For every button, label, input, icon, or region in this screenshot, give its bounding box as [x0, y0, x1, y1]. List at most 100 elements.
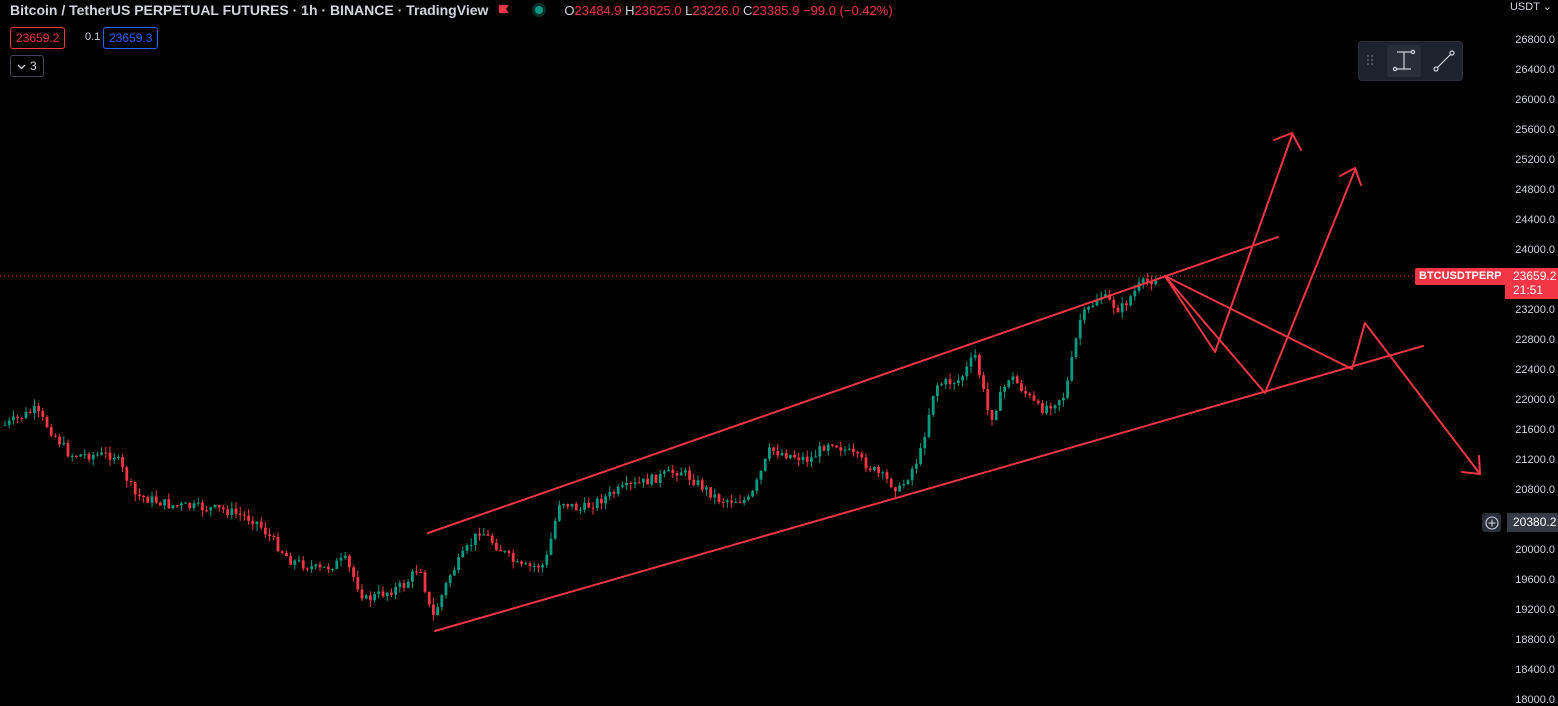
candle-body — [280, 551, 284, 553]
candle-body — [1070, 357, 1074, 381]
symbol-title[interactable]: Bitcoin / TetherUS PERPETUAL FUTURES · 1… — [10, 2, 488, 18]
channel-lower-line[interactable] — [434, 345, 1424, 632]
candle-body — [188, 502, 192, 509]
price-tick-label: 22000.0 — [1515, 394, 1555, 406]
candle-body — [600, 498, 603, 504]
candle-body — [87, 454, 91, 460]
candle-body — [167, 499, 171, 508]
candle-body — [331, 568, 334, 570]
scenario-arrow-path-1[interactable] — [1164, 134, 1293, 353]
candle-body — [327, 566, 330, 570]
candle-body — [616, 486, 620, 494]
candle-body — [776, 451, 780, 456]
candle-body — [264, 527, 267, 535]
candle-body — [411, 571, 414, 582]
candle-body — [864, 457, 868, 469]
candle-body — [1146, 278, 1149, 282]
anchored-measure-icon[interactable] — [1387, 45, 1421, 77]
candle-body — [684, 470, 687, 473]
trend-line-icon[interactable] — [1427, 45, 1461, 77]
candle-body — [873, 467, 876, 471]
candle-body — [70, 456, 74, 458]
flag-icon[interactable] — [498, 4, 510, 16]
candle-body — [936, 385, 939, 396]
candle-body — [700, 480, 704, 490]
candle-body — [297, 560, 301, 562]
candle-body — [12, 416, 15, 421]
candle-body — [579, 509, 582, 511]
candle-body — [373, 594, 376, 601]
candle-body — [20, 417, 24, 419]
drawings-layer[interactable] — [427, 132, 1481, 632]
candle-body — [650, 474, 654, 485]
candle-body — [713, 494, 717, 498]
candle-body — [881, 472, 885, 474]
candle-body — [142, 495, 145, 498]
candle-body — [356, 577, 360, 590]
candle-body — [1074, 338, 1078, 358]
scenario-arrow-path-2[interactable] — [1164, 169, 1356, 394]
currency-selector[interactable]: USDT ⌄ — [1510, 0, 1552, 13]
candle-body — [1091, 305, 1095, 307]
candle-body — [717, 494, 721, 502]
candle-body — [112, 457, 116, 460]
candle-body — [24, 411, 28, 419]
candle-body — [1020, 383, 1023, 391]
sell-price-button[interactable]: 23659.2 — [10, 27, 66, 49]
candle-body — [923, 436, 927, 449]
candle-body — [159, 502, 162, 506]
candle-body — [37, 405, 40, 411]
candle-body — [1120, 303, 1124, 313]
candle-body — [541, 564, 544, 568]
candle-body — [810, 457, 813, 462]
candle-body — [343, 555, 347, 558]
drag-handle-icon[interactable] — [1359, 43, 1381, 79]
candle-body — [931, 395, 935, 415]
candle-body — [440, 595, 444, 608]
candle-body — [238, 513, 242, 515]
candle-body — [856, 451, 859, 454]
candle-body — [520, 561, 523, 565]
candle-body — [621, 485, 624, 487]
price-tick-label: 19200.0 — [1515, 604, 1555, 616]
candle-body — [33, 405, 36, 414]
candle-body — [537, 565, 540, 568]
candle-body — [528, 563, 532, 566]
chart-plot-area[interactable] — [0, 0, 1505, 705]
channel-upper-line[interactable] — [427, 236, 1279, 534]
candle-body — [789, 454, 792, 459]
spread-value: 0.1 — [85, 31, 101, 43]
candle-body — [289, 556, 292, 565]
candle-body — [570, 503, 574, 507]
plus-circle-icon[interactable] — [1482, 513, 1501, 532]
candle-body — [663, 471, 666, 474]
candle-body — [1125, 303, 1128, 306]
chart-legend-header: Bitcoin / TetherUS PERPETUAL FUTURES · 1… — [10, 2, 893, 18]
candle-body — [919, 448, 922, 464]
candle-body — [495, 542, 498, 551]
change-value: −99.0 (−0.42%) — [803, 2, 893, 18]
candle-body — [885, 472, 889, 479]
candle-body — [642, 478, 645, 483]
candle-body — [835, 445, 838, 448]
candle-body — [503, 551, 507, 553]
candle-body — [96, 454, 99, 456]
candle-body — [1087, 306, 1090, 310]
price-axis[interactable]: USDT ⌄ 26800.0 26400.0 26000.0 25600.0 25200… — [1505, 0, 1558, 706]
candle-body — [49, 427, 53, 436]
candle-body — [322, 566, 326, 568]
candle-body — [1053, 405, 1057, 409]
candle-body — [213, 504, 217, 508]
indicators-toggle-button[interactable]: 3 — [10, 55, 44, 77]
price-tick-label: 26000.0 — [1515, 94, 1555, 106]
candle-body — [625, 482, 628, 486]
candle-body — [453, 570, 456, 576]
candle-body — [54, 435, 57, 437]
candle-body — [465, 545, 469, 551]
candle-body — [566, 504, 570, 507]
candle-body — [339, 557, 343, 561]
buy-price-button[interactable]: 23659.3 — [103, 27, 159, 49]
candle-body — [138, 494, 141, 496]
price-tick-label: 25600.0 — [1515, 124, 1555, 136]
candle-body — [1154, 280, 1158, 285]
